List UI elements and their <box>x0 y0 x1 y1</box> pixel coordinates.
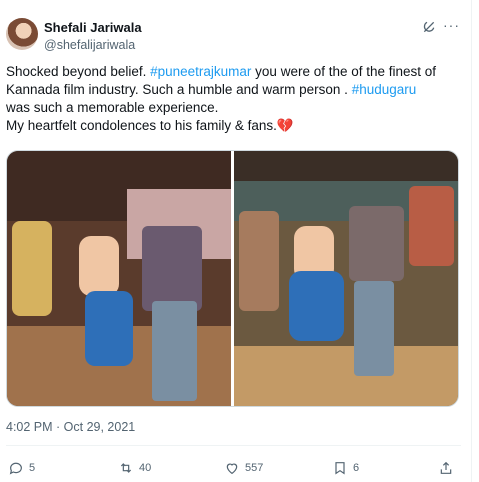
share-button[interactable] <box>438 460 454 476</box>
tweet-text-segment: Shocked beyond belief. <box>6 64 151 79</box>
repost-icon <box>120 463 132 473</box>
reply-count: 5 <box>29 462 36 474</box>
like-button[interactable]: 557 <box>224 460 263 476</box>
tweet-text-line: My heartfelt condolences to his family &… <box>6 118 294 133</box>
tweet-text-segment: Kannada film industry. Such a humble and… <box>6 82 352 97</box>
like-icon <box>226 463 238 475</box>
divider <box>6 445 461 446</box>
tweet-card: Shefali Jariwala @shefalijariwala ··· Sh… <box>0 0 472 482</box>
photo-left[interactable] <box>7 151 231 406</box>
bookmark-icon <box>335 462 345 475</box>
hashtag-puneetrajkumar[interactable]: #puneetrajkumar <box>150 64 251 79</box>
avatar[interactable] <box>6 18 38 50</box>
hashtag-hudugaru[interactable]: #hudugaru <box>352 82 417 97</box>
like-count: 557 <box>245 462 264 474</box>
bookmark-button[interactable]: 6 <box>332 460 359 476</box>
share-icon <box>440 461 452 474</box>
tweet-timestamp[interactable]: 4:02 PM · Oct 29, 2021 <box>6 420 135 434</box>
repost-button[interactable]: 40 <box>118 460 151 476</box>
reply-button[interactable]: 5 <box>8 460 35 476</box>
reply-icon <box>9 462 22 475</box>
author-name[interactable]: Shefali Jariwala <box>44 20 142 36</box>
more-icon[interactable]: ··· <box>443 18 459 34</box>
author-handle[interactable]: @shefalijariwala <box>44 37 135 53</box>
tweet-text-segment: you were of the of the finest of <box>251 64 437 79</box>
tweet-text-line: was such a memorable experience. <box>6 100 219 115</box>
photo-right[interactable] <box>234 151 458 406</box>
tweet-text: Shocked beyond belief. #puneetrajkumar y… <box>6 63 466 135</box>
bookmark-count: 6 <box>353 462 360 474</box>
repost-count: 40 <box>139 462 152 474</box>
media-grid <box>6 150 459 407</box>
grok-icon[interactable] <box>421 19 437 35</box>
